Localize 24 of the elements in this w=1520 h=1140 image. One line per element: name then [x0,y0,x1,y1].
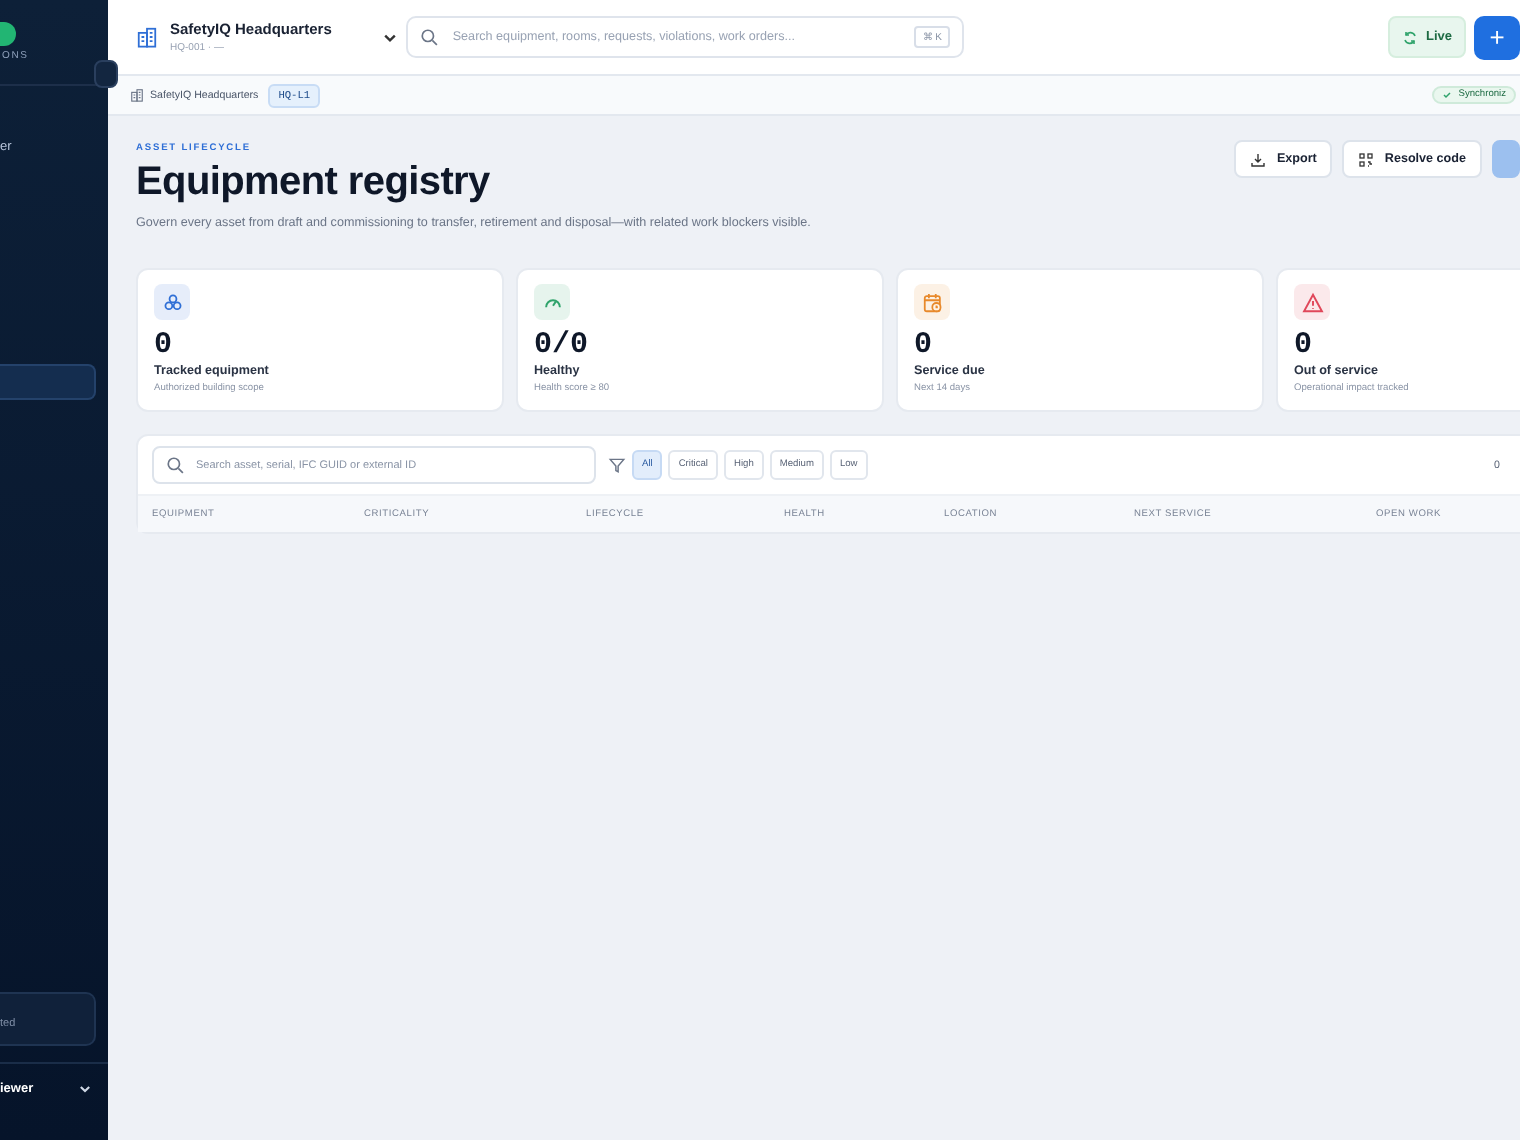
logo-mark [0,22,16,46]
filter-icon [608,456,626,474]
collapse-button[interactable] [94,60,118,88]
stat-value: 0 [1294,328,1315,362]
stat-value: 0 [154,328,175,362]
sync-icon [1401,29,1418,45]
building-icon [136,26,158,48]
calendar-clock-icon [921,291,943,313]
download-icon [1250,151,1267,167]
cubes-icon [161,291,183,313]
chevron-icon [382,29,399,45]
nav-item-highlight[interactable] [0,364,96,400]
qr-code-icon [1358,151,1375,167]
add-button[interactable]: + [1474,15,1520,59]
page-title: Equipment registry [136,160,492,206]
check-icon [1442,90,1453,100]
chevron-icon [78,1081,92,1095]
search-icon [420,28,439,46]
search-icon [166,456,184,474]
building-icon [130,88,144,102]
stat-value: 0/0 [534,328,591,362]
stat-value: 0 [914,328,935,362]
warning-icon [1301,291,1323,313]
primary-button[interactable] [1492,140,1520,178]
